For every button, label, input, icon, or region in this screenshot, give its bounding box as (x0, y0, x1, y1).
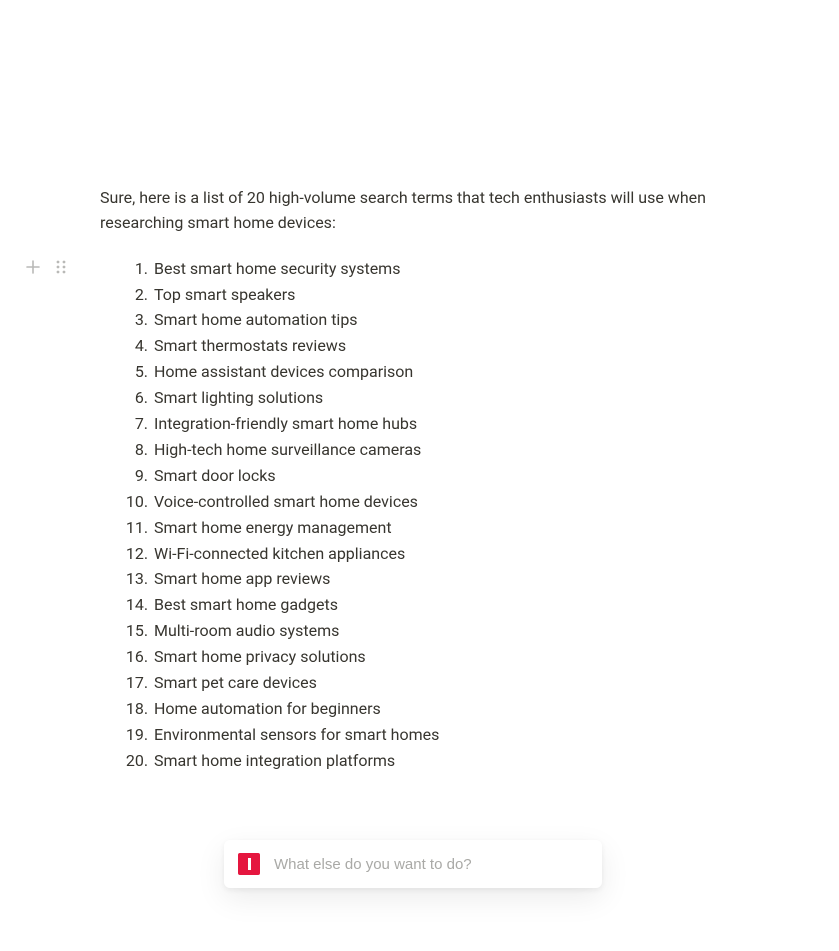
search-terms-list: Best smart home security systems Top sma… (100, 256, 740, 774)
list-item: Smart pet care devices (152, 670, 740, 696)
page-root: Sure, here is a list of 20 high-volume s… (0, 0, 839, 951)
drag-handle-icon (54, 259, 68, 275)
list-item: Best smart home security systems (152, 256, 740, 282)
list-item: Smart home privacy solutions (152, 644, 740, 670)
content-block[interactable]: Sure, here is a list of 20 high-volume s… (100, 186, 740, 774)
block-controls (24, 258, 70, 276)
list-item: Multi-room audio systems (152, 618, 740, 644)
list-item: Smart home app reviews (152, 566, 740, 592)
list-item: Smart door locks (152, 463, 740, 489)
add-block-button[interactable] (24, 258, 42, 276)
prompt-input[interactable] (272, 855, 588, 874)
list-item: Top smart speakers (152, 282, 740, 308)
list-item: High-tech home surveillance cameras (152, 437, 740, 463)
list-item: Smart home energy management (152, 515, 740, 541)
list-item: Home automation for beginners (152, 696, 740, 722)
prompt-bar[interactable] (224, 840, 602, 888)
list-item: Environmental sensors for smart homes (152, 722, 740, 748)
drag-handle-button[interactable] (52, 258, 70, 276)
plus-icon (25, 259, 41, 275)
list-item: Integration-friendly smart home hubs (152, 411, 740, 437)
list-item: Best smart home gadgets (152, 592, 740, 618)
list-item: Smart home automation tips (152, 307, 740, 333)
list-item: Home assistant devices comparison (152, 359, 740, 385)
list-item: Wi-Fi-connected kitchen appliances (152, 541, 740, 567)
list-item: Smart lighting solutions (152, 385, 740, 411)
intro-paragraph: Sure, here is a list of 20 high-volume s… (100, 186, 740, 236)
list-item: Smart thermostats reviews (152, 333, 740, 359)
list-item: Voice-controlled smart home devices (152, 489, 740, 515)
brand-logo-icon (238, 853, 260, 875)
list-item: Smart home integration platforms (152, 748, 740, 774)
